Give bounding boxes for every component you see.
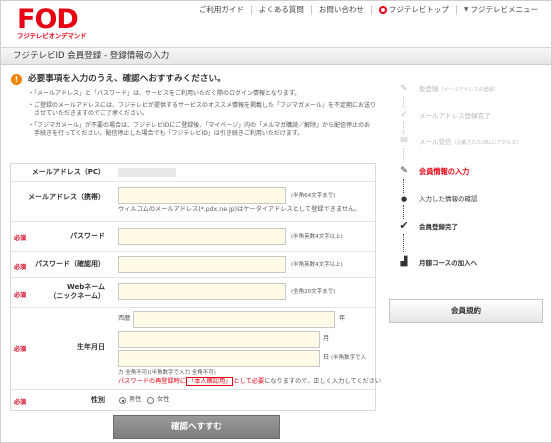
password-input[interactable] <box>118 228 286 245</box>
day-unit: 日 <box>323 354 330 361</box>
fuji-logo-icon <box>378 6 387 14</box>
password-confirm-label: パスワード（確認用） <box>35 260 105 268</box>
era-prefix: 西暦 <box>118 315 131 322</box>
email-mobile-note: ウィルコムのメールアドレス(*.pdx.ne.jp)はケータイアドレスとして登録… <box>118 206 361 213</box>
birth-year-input[interactable] <box>133 311 335 328</box>
warning-highlight: 「本人確認用」 <box>186 377 234 386</box>
nickname-input[interactable] <box>118 283 286 300</box>
nav-guide-label: ご利用ガイド <box>198 5 244 14</box>
confirm-button[interactable]: 確認へすすむ <box>113 415 280 439</box>
month-unit: 月 <box>323 335 330 342</box>
year-unit: 年 <box>339 315 346 322</box>
step-1: 仮登録（メールアドレスの登録） <box>419 85 499 95</box>
step-4-current: 会員情報の入力 <box>419 167 470 176</box>
birthday-warning: パスワードの再登録時に 「本人確認用」 として必要になりますので、正しく入力してくだ… <box>118 377 382 386</box>
email-pc-label: メールアドレス（PC） <box>31 168 105 176</box>
nickname-label: Webネーム <box>66 283 105 291</box>
nickname-hint: (全角20文字まで) <box>291 289 336 295</box>
step-connector <box>403 122 405 134</box>
birth-month-input[interactable] <box>118 331 320 348</box>
check-icon: ✓ <box>400 110 408 120</box>
notice-title: 必要事項を入力のうえ、確認へおすすみください。 <box>28 74 226 84</box>
warning-tail: になりますので、正しく入力してください <box>264 378 382 385</box>
step-3-label: メール受信 <box>419 138 452 146</box>
nav-contact[interactable]: お問い合わせ <box>310 5 371 15</box>
nav-faq[interactable]: よくある質問 <box>250 5 311 15</box>
notice-line: 手続きを行ってください。配信停止した場合でも「フジテレビID」は引き続きご利用い… <box>28 130 304 137</box>
pencil-icon: ✎ <box>400 84 408 94</box>
page-title: フジテレビID 会員登録 - 登録情報の入力 <box>13 51 170 61</box>
nav-contact-label: お問い合わせ <box>318 5 364 14</box>
step-connector <box>403 96 405 108</box>
gender-label: 性別 <box>91 396 105 404</box>
step-connector <box>403 179 405 193</box>
step-connector <box>403 234 405 252</box>
terms-button[interactable]: 会員規約 <box>389 299 543 323</box>
email-mobile-row: メールアドレス（携帯） (半角64文字まで) ウィルコムのメールアドレス(*.p… <box>11 182 375 222</box>
birthday-format-hint: 力 全角不可)(半角数字で入力 全角不可) <box>118 370 216 376</box>
step-1-label: 仮登録 <box>419 85 439 93</box>
email-pc-row: メールアドレス（PC） <box>11 164 375 182</box>
email-pc-value-masked <box>118 168 176 177</box>
step-connector <box>403 205 405 219</box>
warning-pre: パスワードの再登録時に <box>118 378 187 385</box>
nav-faq-label: よくある質問 <box>258 5 304 14</box>
nav-guide[interactable]: ご利用ガイド <box>192 5 251 15</box>
password-confirm-row: 必須 パスワード（確認用） (半角英数4文字以上) <box>11 252 375 278</box>
road-icon: ▟ <box>400 257 408 267</box>
nav-fujitv-top-label: フジテレビトップ <box>388 5 449 14</box>
check-icon: ✔ <box>399 219 409 232</box>
step-connector <box>403 148 405 162</box>
registration-form: メールアドレス（PC） メールアドレス（携帯） (半角64文字まで) ウィルコム… <box>10 163 381 411</box>
warning-post: として必要 <box>233 378 265 385</box>
notice-line: ・ご登録のメールアドレスには、フジテレビが提供するサービスのオススメ情報を掲載し… <box>28 102 377 109</box>
notice-line: ・「メールアドレス」と「パスワード」は、サービスをご利用いただく際のログイン情報… <box>28 90 301 97</box>
step-5: 入力した情報の確認 <box>419 195 478 203</box>
birthday-row: 必須 生年月日 西暦 年 月 日 (半角数字で入 力 全角不可)(半角数字で入力… <box>11 308 381 390</box>
gender-male-label: 男性 <box>129 396 142 403</box>
nav-fujitv-top[interactable]: フジテレビトップ <box>370 5 456 15</box>
notice-line: させていただきますのでご了承ください。 <box>28 110 149 117</box>
gender-female-radio[interactable] <box>147 397 154 404</box>
dot-icon: ● <box>400 195 408 203</box>
birthday-label: 生年月日 <box>77 343 105 351</box>
password-row: 必須 パスワード (半角英数4文字以上) <box>11 222 375 252</box>
step-6: 会員登録完了 <box>419 223 458 231</box>
nickname-label-sub: （ニックネーム） <box>49 292 105 300</box>
password-label: パスワード <box>70 232 105 240</box>
step-3-detail: （記載されたURLにアクセス） <box>451 140 522 146</box>
gender-row: 必須 性別 男性 女性 <box>11 390 375 410</box>
mail-icon: ✉ <box>400 136 408 146</box>
fod-logo-subtitle: フジテレビオンデマンド <box>17 32 87 40</box>
pencil-icon: ✎ <box>400 166 408 176</box>
nickname-row: 必須 Webネーム （ニックネーム） (全角20文字まで) <box>11 278 375 308</box>
site-header: FOD フジテレビオンデマンド ご利用ガイド よくある質問 お問い合わせ フジテ… <box>1 1 551 43</box>
registration-page: FOD フジテレビオンデマンド ご利用ガイド よくある質問 お問い合わせ フジテ… <box>0 0 552 443</box>
email-mobile-label: メールアドレス（携帯） <box>28 193 105 201</box>
nav-fujitv-menu-label: フジテレビメニュー <box>470 5 539 14</box>
password-confirm-hint: (半角英数4文字以上) <box>291 262 343 268</box>
nav-fujitv-menu[interactable]: ▼ フジテレビメニュー <box>455 5 545 15</box>
day-hint: (半角数字で入 <box>331 355 367 361</box>
chevron-down-icon: ▼ <box>463 6 469 13</box>
email-mobile-input[interactable] <box>118 187 286 204</box>
top-navigation: ご利用ガイド よくある質問 お問い合わせ フジテレビトップ ▼ フジテレビメニュー <box>192 1 545 19</box>
notice-line: ・「フジマガメール」が不要の場合は、フジテレビIDにご登録後、「マイページ」内の… <box>28 122 371 129</box>
password-hint: (半角英数4文字以上) <box>291 234 343 240</box>
email-mobile-hint: (半角64文字まで) <box>291 193 336 199</box>
step-3: メール受信（記載されたURLにアクセス） <box>419 138 521 148</box>
gender-male-radio[interactable] <box>119 397 126 404</box>
fod-logo[interactable]: FOD <box>17 6 79 34</box>
exclamation-icon: ! <box>11 74 22 85</box>
step-7: 月額コースの加入へ <box>419 259 478 267</box>
step-2: メールアドレス登録完了 <box>419 112 491 120</box>
password-confirm-input[interactable] <box>118 256 286 273</box>
step-1-detail: （メールアドレスの登録） <box>438 87 499 93</box>
birth-day-input[interactable] <box>118 350 320 367</box>
gender-female-label: 女性 <box>157 396 170 403</box>
title-bar: フジテレビID 会員登録 - 登録情報の入力 <box>1 47 551 65</box>
